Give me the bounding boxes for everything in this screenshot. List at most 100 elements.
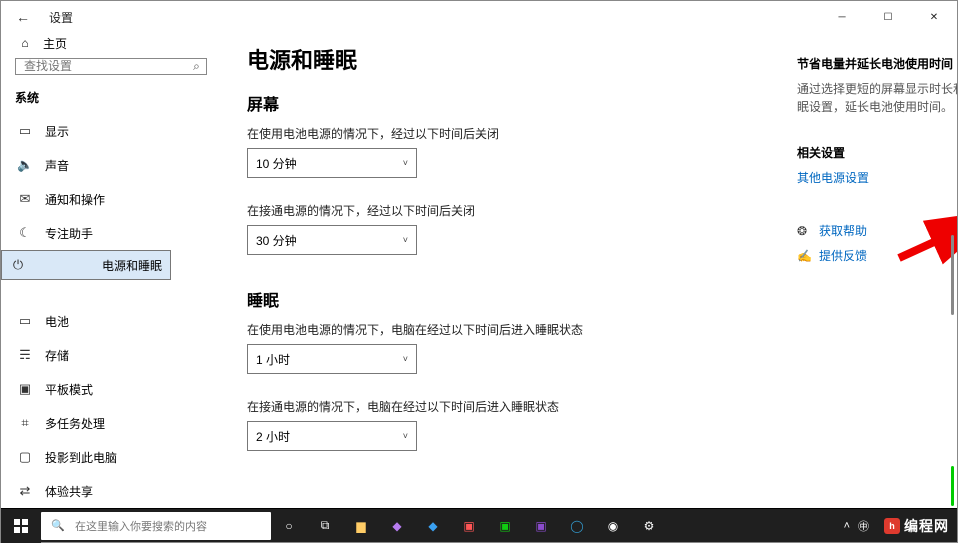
screen-battery-label: 在使用电池电源的情况下，经过以下时间后关闭 [247,125,677,142]
brand-watermark: h 编程网 [876,516,957,536]
window-title: 设置 [49,9,73,26]
pycharm-icon[interactable]: ▣ [487,509,523,543]
feedback-link[interactable]: ✍ 提供反馈 [797,247,957,264]
sound-icon: 🔈 [17,157,33,173]
sidebar-item-label: 多任务处理 [45,415,105,432]
taskbar-search-placeholder: 在这里输入你要搜索的内容 [75,518,207,534]
sidebar-item-9[interactable]: ▢ 投影到此电脑 [1,440,221,474]
side-panel: 节省电量并延长电池使用时间 通过选择更短的屏幕显示时长和睡眠设置，延长电池使用时… [797,43,957,508]
multi-icon: ⌗ [17,415,33,431]
sidebar-item-label: 显示 [45,123,69,140]
power-icon: ⏻ [10,257,26,273]
display-icon: ▭ [17,123,33,139]
help-link[interactable]: ❂ 获取帮助 [797,222,957,239]
sleep-battery-label: 在使用电池电源的情况下，电脑在经过以下时间后进入睡眠状态 [247,321,677,338]
focus-icon: ☾ [17,225,33,241]
screen-battery-select[interactable]: 10 分钟 ˅ [247,148,417,178]
sidebar-item-5[interactable]: ▭ 电池 [1,304,221,338]
scrollbar[interactable] [942,35,956,508]
notify-icon: ✉ [17,191,33,207]
chrome-icon[interactable]: ◉ [595,509,631,543]
chevron-down-icon: ˅ [403,158,408,168]
start-button[interactable] [1,509,41,543]
storage-icon: ☴ [17,347,33,363]
related-link-label: 其他电源设置 [797,169,869,186]
tablet-icon: ▣ [17,381,33,397]
cortana-icon[interactable]: ○ [271,509,307,543]
brand-logo-icon: h [884,518,900,534]
chevron-down-icon: ˅ [403,431,408,441]
sidebar-home[interactable]: ⌂ 主页 [1,33,221,54]
titlebar: ← 设置 ─ ☐ ✕ [1,1,957,33]
close-button[interactable]: ✕ [911,1,957,33]
section-heading-sleep: 睡眠 [247,287,677,311]
explorer-icon[interactable]: ▆ [343,509,379,543]
onenote-icon[interactable]: ▣ [523,509,559,543]
sidebar-item-label: 电池 [45,313,69,330]
sidebar-item-label: 体验共享 [45,483,93,500]
screen-plugged-select[interactable]: 30 分钟 ˅ [247,225,417,255]
select-value: 1 小时 [256,351,290,368]
vscode-icon[interactable]: ◆ [415,509,451,543]
scroll-indicator [951,466,954,506]
sidebar-item-label: 专注助手 [45,225,93,242]
chevron-down-icon: ˅ [403,354,408,364]
project-icon: ▢ [17,449,33,465]
sidebar-item-7[interactable]: ▣ 平板模式 [1,372,221,406]
taskview-icon[interactable]: ⧉ [307,509,343,543]
sidebar-item-3[interactable]: ☾ 专注助手 [1,216,221,250]
system-tray[interactable]: ˄ ㊥ [841,518,876,534]
tray-ime-icon[interactable]: ㊥ [855,518,872,534]
screen-plugged-label: 在接通电源的情况下，经过以下时间后关闭 [247,202,677,219]
sidebar-item-4[interactable]: ⏻ 电源和睡眠 [1,250,171,280]
maximize-button[interactable]: ☐ [865,1,911,33]
brand-text: 编程网 [904,516,949,536]
sidebar-item-label: 电源和睡眠 [102,257,162,274]
sidebar-item-label: 存储 [45,347,69,364]
page-title: 电源和睡眠 [247,43,677,75]
sidebar-item-label: 声音 [45,157,69,174]
help-link-label: 获取帮助 [819,222,867,239]
sidebar-item-label: 投影到此电脑 [45,449,117,466]
select-value: 10 分钟 [256,155,297,172]
sidebar-item-2[interactable]: ✉ 通知和操作 [1,182,221,216]
sidebar-item-label: 平板模式 [45,381,93,398]
sidebar-item-6[interactable]: ☴ 存储 [1,338,221,372]
jetbrains-icon[interactable]: ▣ [451,509,487,543]
search-icon: 🔍 [41,519,75,532]
chevron-down-icon: ˅ [403,235,408,245]
search-icon: ⌕ [187,59,206,74]
sidebar-item-1[interactable]: 🔈 声音 [1,148,221,182]
search-input[interactable] [16,59,187,73]
sidebar-item-label: 通知和操作 [45,191,105,208]
edge-icon[interactable]: ◯ [559,509,595,543]
minimize-button[interactable]: ─ [819,1,865,33]
settings-icon[interactable]: ⚙ [631,509,667,543]
sidebar-item-8[interactable]: ⌗ 多任务处理 [1,406,221,440]
sleep-battery-select[interactable]: 1 小时 ˅ [247,344,417,374]
taskbar: 🔍 在这里输入你要搜索的内容 ○ ⧉ ▆ ◆ ◆ ▣ ▣ ▣ ◯ ◉ ⚙ ˄ ㊥… [1,508,957,542]
sidebar-home-label: 主页 [43,35,67,52]
main-content: 电源和睡眠 屏幕 在使用电池电源的情况下，经过以下时间后关闭 10 分钟 ˅ 在… [247,43,677,508]
battery-icon: ▭ [17,313,33,329]
tray-chevron-icon[interactable]: ˄ [841,520,853,532]
sleep-plugged-label: 在接通电源的情况下，电脑在经过以下时间后进入睡眠状态 [247,398,677,415]
tip-heading: 节省电量并延长电池使用时间 [797,55,957,72]
feedback-link-label: 提供反馈 [819,247,867,264]
taskbar-search[interactable]: 🔍 在这里输入你要搜索的内容 [41,512,271,540]
scroll-thumb[interactable] [951,235,954,315]
back-button[interactable]: ← [1,9,45,25]
feedback-icon: ✍ [797,249,811,263]
related-heading: 相关设置 [797,144,957,161]
sleep-plugged-select[interactable]: 2 小时 ˅ [247,421,417,451]
sidebar-item-10[interactable]: ⇄ 体验共享 [1,474,221,508]
related-link-other-power[interactable]: 其他电源设置 [797,169,957,186]
sidebar: ⌂ 主页 ⌕ 系统 ▭显示🔈声音✉通知和操作☾专注助手⏻电源和睡眠▭电池☴存储▣… [1,33,221,508]
help-icon: ❂ [797,224,811,238]
sidebar-item-0[interactable]: ▭ 显示 [1,114,221,148]
share-icon: ⇄ [17,483,33,499]
sidebar-search[interactable]: ⌕ [15,58,207,75]
section-heading-screen: 屏幕 [247,91,677,115]
tip-body: 通过选择更短的屏幕显示时长和睡眠设置，延长电池使用时间。 [797,80,957,116]
vs-icon[interactable]: ◆ [379,509,415,543]
